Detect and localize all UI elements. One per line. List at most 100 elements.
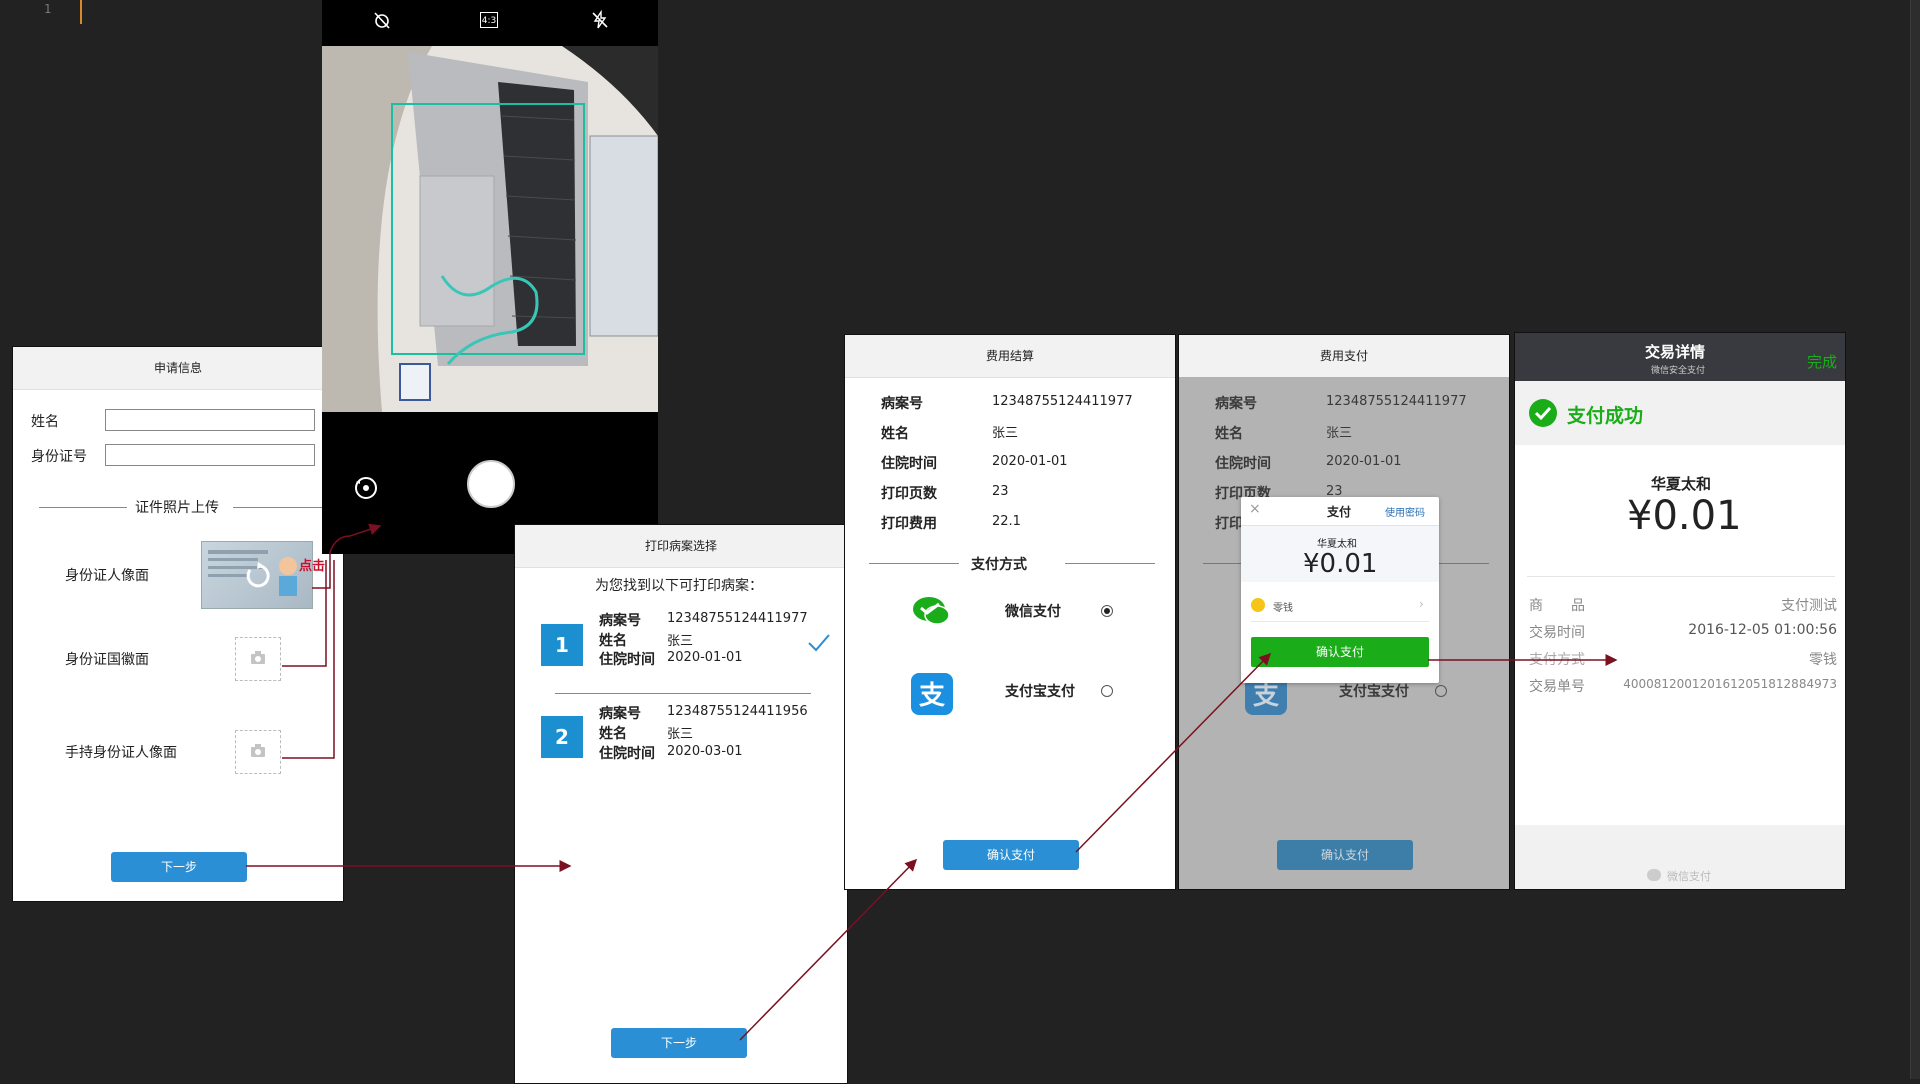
alipay-radio[interactable] <box>1101 685 1113 697</box>
divider-right <box>233 507 323 508</box>
click-hint: 点击 <box>299 559 326 574</box>
field-label: 住院时间 <box>1215 456 1271 472</box>
hand-id-label: 手持身份证人像面 <box>65 745 177 761</box>
pay-method-title: 支付方式 <box>971 557 1027 573</box>
dialog-title: 支付 <box>1327 505 1352 519</box>
merchant-name: 华夏太和 <box>1651 475 1712 493</box>
success-text: 支付成功 <box>1567 405 1644 427</box>
name-label: 姓名 <box>599 726 627 742</box>
line-number: 1 <box>44 2 52 16</box>
case-no-value: 12348755124411977 <box>667 611 808 626</box>
camera-icon <box>251 744 265 757</box>
date-label: 住院时间 <box>599 652 655 668</box>
row-label: 交易单号 <box>1529 679 1585 695</box>
wechat-pay-dialog: × 支付 使用密码 华夏太和 ¥0.01 零钱 › 确认支付 <box>1241 497 1439 683</box>
divider-right <box>1065 563 1155 564</box>
scrollbar-track[interactable] <box>1910 0 1920 1079</box>
shutter-button[interactable] <box>467 460 515 508</box>
footer-label: 微信支付 <box>1667 870 1711 883</box>
confirm-pay-button[interactable]: 确认支付 <box>943 840 1079 870</box>
record-number-badge: 2 <box>541 716 583 758</box>
wechat-pay-footer-icon <box>1647 869 1661 881</box>
field-value: 2020-01-01 <box>1326 454 1402 469</box>
records-subtitle: 为您找到以下可打印病案： <box>595 578 763 594</box>
timer-off-icon[interactable] <box>372 10 392 30</box>
hand-id-upload-slot[interactable] <box>235 730 281 774</box>
field-value: 12348755124411977 <box>1326 394 1467 409</box>
field-label: 住院时间 <box>881 456 937 472</box>
wechat-pay-label[interactable]: 微信支付 <box>1005 601 1061 621</box>
id-card-front-photo[interactable] <box>201 541 313 609</box>
field-value: 22.1 <box>992 514 1021 529</box>
fee-settlement-screen: 费用结算 病案号 12348755124411977 姓名 张三 住院时间 20… <box>844 334 1176 890</box>
alipay-radio <box>1435 685 1447 697</box>
pay-amount: ¥0.01 <box>1303 549 1378 579</box>
balance-option[interactable]: 零钱 › <box>1251 597 1431 615</box>
detail-title: 交易详情 <box>1645 343 1706 361</box>
success-check-icon <box>1529 399 1557 427</box>
divider-left <box>39 507 127 508</box>
done-button[interactable]: 完成 <box>1807 351 1837 372</box>
flash-off-icon[interactable] <box>590 10 610 30</box>
field-label: 打印 <box>1215 516 1243 532</box>
fee-payment-screen: 费用支付 病案号 12348755124411977 姓名 张三 住院时间 20… <box>1178 334 1510 890</box>
text-cursor <box>80 0 82 24</box>
date-label: 住院时间 <box>599 746 655 762</box>
name-input[interactable] <box>105 409 315 431</box>
next-button[interactable]: 下一步 <box>111 852 247 882</box>
camera-viewfinder[interactable] <box>322 46 658 412</box>
case-no-label: 病案号 <box>599 706 641 722</box>
row-label: 商 品 <box>1529 598 1585 614</box>
balance-label: 零钱 <box>1273 603 1293 614</box>
upload-section-title: 证件照片上传 <box>135 500 219 516</box>
field-label: 打印页数 <box>881 486 937 502</box>
alipay-label[interactable]: 支付宝支付 <box>1005 681 1075 701</box>
id-number-label: 身份证号 <box>31 449 87 465</box>
screen-title: 费用支付 <box>1179 335 1509 378</box>
field-value: 张三 <box>1326 426 1353 441</box>
alipay-icon: 支 <box>911 673 953 715</box>
case-no-value: 12348755124411956 <box>667 704 808 719</box>
camera-icon <box>251 651 265 664</box>
id-front-label: 身份证人像面 <box>65 568 149 584</box>
name-label: 姓名 <box>599 633 627 649</box>
id-back-upload-slot[interactable] <box>235 637 281 681</box>
merchant-name: 华夏太和 <box>1317 539 1357 550</box>
row-value: 4000812001201612051812884973 <box>1623 677 1837 691</box>
dialog-confirm-button[interactable]: 确认支付 <box>1251 637 1429 667</box>
svg-text:支: 支 <box>919 681 945 711</box>
transaction-detail-screen: 交易详情 微信安全支付 完成 支付成功 华夏太和 ¥0.01 商 品 支付测试 … <box>1514 332 1846 890</box>
chevron-right-icon: › <box>1419 597 1424 611</box>
success-banner <box>1515 381 1845 445</box>
amount-divider <box>1527 576 1835 577</box>
close-icon[interactable]: × <box>1249 501 1261 517</box>
aspect-ratio-icon[interactable]: 4:3 <box>480 12 498 28</box>
field-value: 23 <box>992 484 1009 499</box>
divider-left <box>869 563 959 564</box>
date-value: 2020-03-01 <box>667 744 743 759</box>
record-card-1[interactable]: 1 病案号 12348755124411977 姓名 张三 住院时间 2020-… <box>515 605 847 695</box>
balance-divider <box>1251 621 1429 622</box>
screen-title: 费用结算 <box>845 335 1175 378</box>
row-value: 2016-12-05 01:00:56 <box>1688 622 1837 638</box>
name-value: 张三 <box>667 634 694 649</box>
wechat-pay-icon <box>913 597 950 625</box>
field-label: 病案号 <box>881 396 923 412</box>
detail-subtitle: 微信安全支付 <box>1651 366 1706 376</box>
switch-camera-icon[interactable] <box>352 474 380 502</box>
row-label: 支付方式 <box>1529 652 1585 668</box>
field-label: 打印费用 <box>881 516 937 532</box>
row-value: 零钱 <box>1809 652 1837 668</box>
coin-icon <box>1251 598 1265 612</box>
field-label: 病案号 <box>1215 396 1257 412</box>
next-button[interactable]: 下一步 <box>611 1028 747 1058</box>
row-value: 支付测试 <box>1781 598 1837 614</box>
wechat-pay-radio[interactable] <box>1101 605 1113 617</box>
record-select-screen: 打印病案选择 为您找到以下可打印病案： 1 病案号 12348755124411… <box>514 524 848 1084</box>
checkmark-icon <box>808 634 830 652</box>
record-card-2[interactable]: 2 病案号 12348755124411956 姓名 张三 住院时间 2020-… <box>515 704 847 799</box>
id-number-input[interactable] <box>105 444 315 466</box>
apply-info-screen: 申请信息 姓名 身份证号 证件照片上传 身份证人像面 点击 身份证国徽面 手持身… <box>12 346 344 902</box>
name-value: 张三 <box>667 727 694 742</box>
use-password-link[interactable]: 使用密码 <box>1385 504 1425 519</box>
